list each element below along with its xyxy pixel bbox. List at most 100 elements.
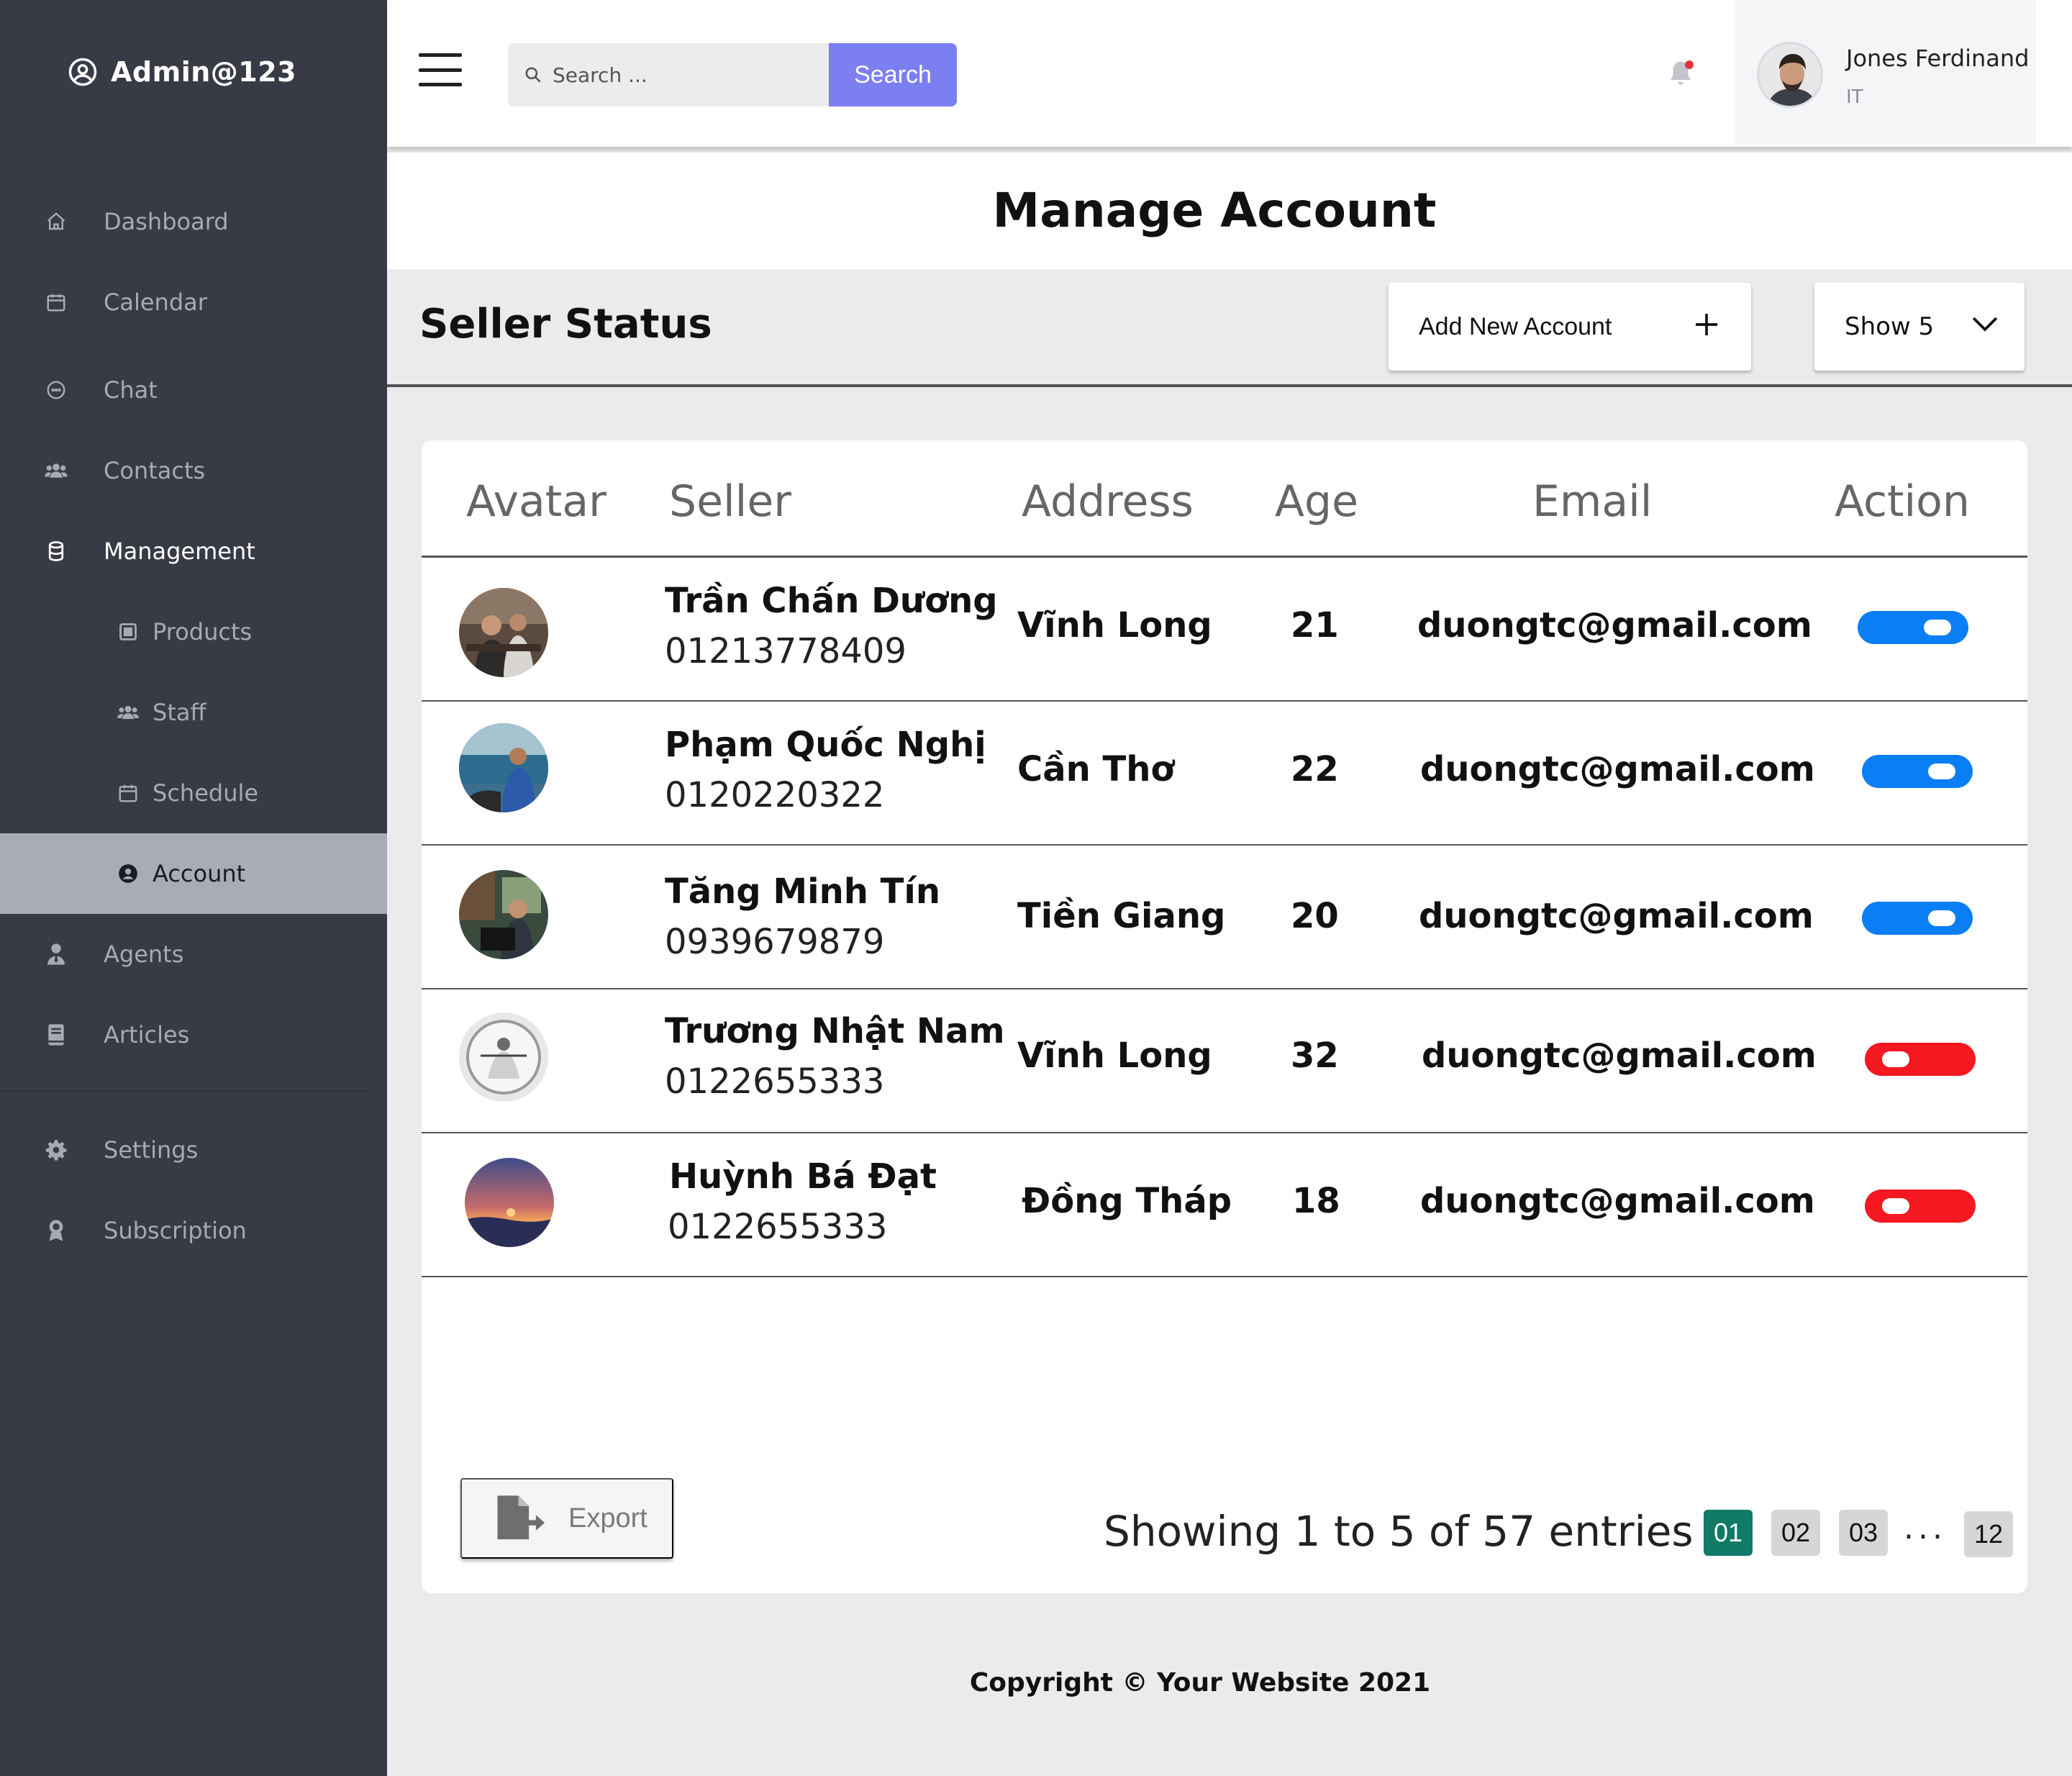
seller-name: Huỳnh Bá Đạt xyxy=(669,1156,937,1197)
search-box xyxy=(508,43,832,107)
seller-name: Phạm Quốc Nghị xyxy=(665,725,986,765)
book-icon xyxy=(43,1022,69,1048)
seller-age: 20 xyxy=(1291,896,1339,936)
user-role: IT xyxy=(1846,86,1863,108)
seller-email: duongtc@gmail.com xyxy=(1419,896,1814,936)
sidebar-item-label: Schedule xyxy=(153,779,259,807)
add-new-account-button[interactable]: Add New Account xyxy=(1389,283,1751,371)
table-row: Huỳnh Bá Đạt 0122655333 Đồng Tháp 18 duo… xyxy=(422,1133,2027,1277)
section-title: Seller Status xyxy=(419,301,712,348)
entries-summary: Showing 1 to 5 of 57 entries xyxy=(1104,1507,1694,1556)
square-icon xyxy=(115,619,141,645)
chevron-down-icon xyxy=(1972,317,1998,332)
column-header-age: Age xyxy=(1275,476,1359,527)
add-button-label: Add New Account xyxy=(1419,312,1612,340)
seller-phone: 0120220322 xyxy=(665,775,885,815)
sidebar-item-schedule[interactable]: Schedule xyxy=(0,753,387,833)
avatar xyxy=(459,1012,548,1102)
seller-email: duongtc@gmail.com xyxy=(1417,605,1812,645)
status-toggle[interactable] xyxy=(1862,755,1973,788)
sidebar-item-management[interactable]: Management xyxy=(0,511,387,592)
status-toggle[interactable] xyxy=(1865,1043,1976,1076)
seller-age: 32 xyxy=(1291,1036,1339,1076)
page-button-3[interactable]: 03 xyxy=(1839,1510,1888,1556)
sidebar-item-articles[interactable]: Articles xyxy=(0,995,387,1075)
seller-email: duongtc@gmail.com xyxy=(1422,1036,1817,1076)
seller-address: Vĩnh Long xyxy=(1017,1036,1212,1076)
database-icon xyxy=(43,538,69,564)
sidebar-item-subscription[interactable]: Subscription xyxy=(0,1190,387,1271)
search-input[interactable] xyxy=(553,63,812,87)
sidebar-item-label: Calendar xyxy=(104,289,207,316)
seller-address: Tiền Giang xyxy=(1017,896,1226,936)
sidebar-item-products[interactable]: Products xyxy=(0,592,387,672)
sidebar-item-label: Articles xyxy=(104,1021,190,1048)
sidebar-item-label: Chat xyxy=(104,376,158,404)
user-circle-icon xyxy=(68,58,97,86)
notification-dot xyxy=(1685,60,1694,69)
sidebar-item-label: Agents xyxy=(104,941,184,968)
table-row: Phạm Quốc Nghị 0120220322 Cần Thơ 22 duo… xyxy=(422,702,2027,846)
show-select-label: Show 5 xyxy=(1845,312,1935,341)
sidebar-item-contacts[interactable]: Contacts xyxy=(0,430,387,511)
agent-icon xyxy=(43,941,69,967)
calendar-icon xyxy=(43,289,69,315)
sidebar-item-label: Management xyxy=(104,538,255,565)
sidebar-item-staff[interactable]: Staff xyxy=(0,672,387,753)
sidebar-item-settings[interactable]: Settings xyxy=(0,1110,387,1190)
export-button[interactable]: Export xyxy=(460,1478,673,1559)
column-header-action: Action xyxy=(1835,476,1970,527)
export-label: Export xyxy=(568,1503,648,1533)
file-export-icon xyxy=(497,1495,545,1540)
users-icon xyxy=(43,458,69,484)
status-toggle[interactable] xyxy=(1862,902,1973,935)
notification-button[interactable] xyxy=(1668,59,1696,91)
sidebar-item-account[interactable]: Account xyxy=(0,833,387,914)
toggle-knob xyxy=(1882,1198,1909,1214)
page-button-1[interactable]: 01 xyxy=(1704,1510,1753,1556)
sidebar-item-label: Settings xyxy=(104,1136,199,1164)
hamburger-menu-icon[interactable] xyxy=(419,53,462,86)
page-button-last[interactable]: 12 xyxy=(1964,1511,2013,1557)
page-title: Manage Account xyxy=(992,183,1437,238)
sidebar-item-dashboard[interactable]: Dashboard xyxy=(0,181,387,262)
seller-phone: 0122655333 xyxy=(665,1061,885,1102)
brand-label: Admin@123 xyxy=(111,56,297,88)
toggle-knob xyxy=(1928,910,1955,926)
page-button-2[interactable]: 02 xyxy=(1771,1510,1820,1556)
column-header-email: Email xyxy=(1532,476,1653,527)
status-toggle[interactable] xyxy=(1865,1190,1976,1223)
avatar xyxy=(459,588,548,677)
search-button[interactable]: Search xyxy=(829,43,957,107)
seller-phone: 0122655333 xyxy=(668,1207,888,1247)
seller-email: duongtc@gmail.com xyxy=(1420,1181,1815,1221)
show-entries-select[interactable]: Show 5 xyxy=(1814,283,2025,371)
seller-address: Cần Thơ xyxy=(1017,749,1175,789)
seller-phone: 0939679879 xyxy=(665,922,885,962)
user-circle-icon xyxy=(115,861,141,887)
seller-address: Vĩnh Long xyxy=(1017,605,1212,645)
seller-age: 18 xyxy=(1292,1181,1340,1221)
seller-age: 21 xyxy=(1291,605,1339,645)
status-toggle[interactable] xyxy=(1858,611,1968,644)
seller-age: 22 xyxy=(1291,749,1339,789)
gear-icon xyxy=(43,1137,69,1163)
sidebar-item-label: Dashboard xyxy=(104,208,229,235)
search-icon xyxy=(525,67,541,83)
brand[interactable]: Admin@123 xyxy=(68,56,296,88)
seller-name: Trần Chấn Dương xyxy=(665,581,998,621)
sidebar-item-label: Subscription xyxy=(104,1217,247,1244)
column-header-seller: Seller xyxy=(669,476,791,527)
accounts-card: Avatar Seller Address Age Email Action T… xyxy=(422,440,2027,1593)
user-profile[interactable]: Jones Ferdinand IT xyxy=(1735,0,2036,144)
sidebar-item-agents[interactable]: Agents xyxy=(0,914,387,995)
section-divider xyxy=(387,384,2072,387)
user-name: Jones Ferdinand xyxy=(1846,45,2030,72)
column-header-address: Address xyxy=(1022,476,1194,527)
sidebar-item-calendar[interactable]: Calendar xyxy=(0,262,387,343)
top-bar: Search Jones Ferdinand IT xyxy=(387,0,2072,147)
badge-icon xyxy=(43,1218,69,1243)
toggle-knob xyxy=(1928,764,1955,779)
sidebar-item-chat[interactable]: Chat xyxy=(0,350,387,430)
toggle-knob xyxy=(1924,620,1951,635)
